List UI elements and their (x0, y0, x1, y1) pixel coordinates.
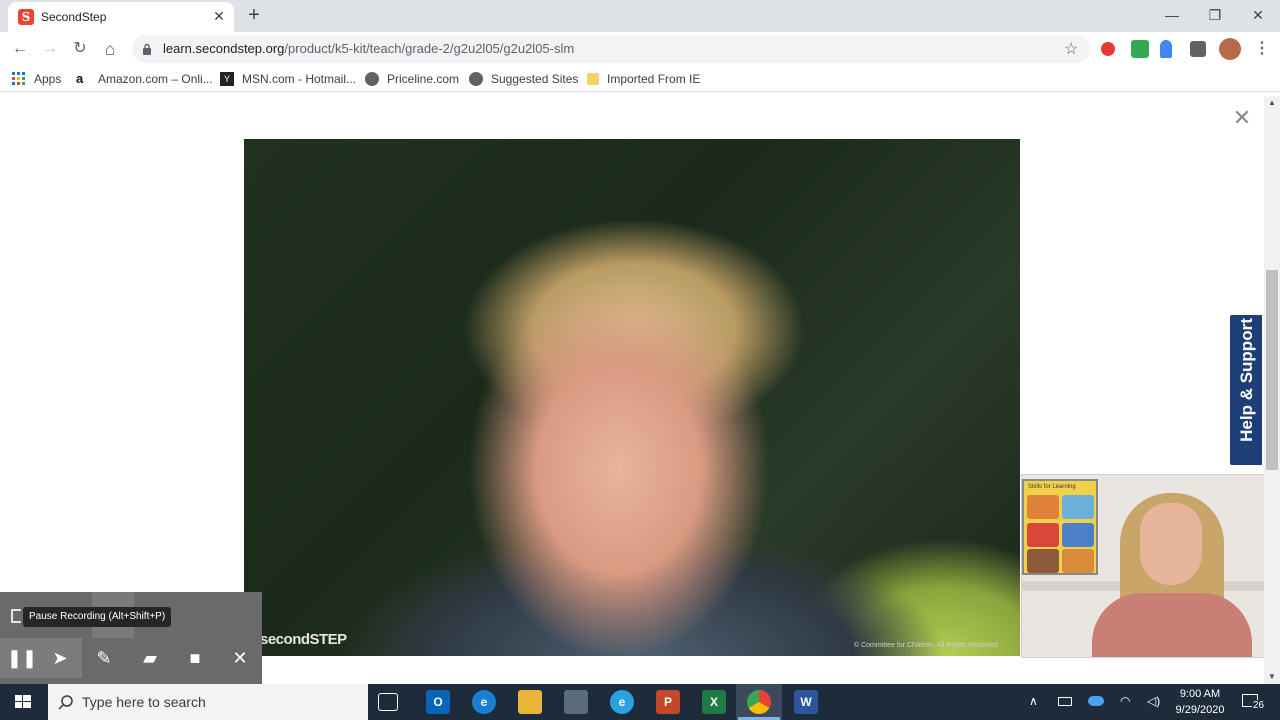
poster-title: Skills for Learning (1028, 484, 1076, 490)
bookmark-apps[interactable]: Apps (12, 71, 61, 87)
edge-icon[interactable]: e (472, 690, 496, 714)
bookmark-msn[interactable]: Y MSN.com - Hotmail... (220, 71, 356, 87)
minimize-button[interactable]: — (1160, 4, 1184, 26)
browser-tab[interactable]: S SecondStep ✕ (8, 2, 234, 32)
notification-count: 26 (1252, 700, 1266, 711)
amazon-icon: a (76, 71, 84, 86)
page-scrollbar[interactable]: ▲ ▼ (1264, 96, 1280, 684)
profile-avatar[interactable] (1219, 38, 1241, 60)
onedrive-icon[interactable] (1088, 696, 1104, 706)
video-copyright: © Committee for Children, All Rights Res… (854, 642, 999, 649)
video-watermark: secondSTEP (260, 631, 347, 648)
poster-face (1027, 495, 1059, 519)
bookmark-label: Priceline.com (387, 72, 460, 86)
presenter-face (1140, 503, 1202, 585)
webcam-overlay: Skills for Learning (1021, 474, 1264, 658)
task-view-icon[interactable] (378, 693, 398, 711)
wifi-icon[interactable]: ◠ (1120, 694, 1130, 708)
bookmark-label: Suggested Sites (491, 72, 579, 86)
volume-icon[interactable]: ◁) (1147, 694, 1160, 708)
url-host: learn.secondstep.org (163, 41, 285, 56)
bookmark-label: Imported From IE (607, 72, 701, 86)
recorder-toolbar: ❚❚ ➤ ✎ ▰ ■ ✕ (0, 592, 262, 684)
forward-button[interactable]: → (38, 37, 62, 61)
extension-green-icon[interactable] (1131, 40, 1149, 58)
bookmark-amazon[interactable]: a Amazon.com – Onli... (76, 71, 213, 87)
pen-tool-button[interactable]: ✎ (82, 638, 126, 678)
poster-face (1027, 523, 1059, 547)
lock-icon (143, 43, 151, 55)
help-support-tab[interactable]: Help & Support (1228, 313, 1264, 467)
bookmarks-bar: Apps a Amazon.com – Onli... Y MSN.com - Ho… (0, 66, 1280, 92)
msn-icon: Y (220, 72, 234, 86)
show-hidden-icons-icon[interactable]: ∧ (1029, 694, 1038, 708)
browser-toolbar: ← → ↻ ⌂ learn.secondstep.org/product/k5-… (0, 32, 1280, 66)
scroll-thumb[interactable] (1266, 270, 1278, 470)
search-icon (58, 695, 73, 710)
tab-close-icon[interactable]: ✕ (211, 8, 227, 24)
microsoft-store-icon[interactable] (564, 690, 588, 714)
globe-icon (469, 72, 483, 86)
bookmark-priceline[interactable]: Priceline.com (365, 71, 459, 87)
tab-strip: S SecondStep ✕ + — ❐ ✕ (0, 0, 1280, 32)
pointer-tool-button[interactable]: ➤ (38, 638, 82, 678)
clock-time: 9:00 AM (1179, 688, 1221, 700)
lesson-video[interactable]: secondSTEP © Committee for Children, All… (244, 139, 1020, 656)
address-bar[interactable]: learn.secondstep.org/product/k5-kit/teac… (132, 35, 1090, 63)
notification-center[interactable]: 26 (1240, 692, 1266, 712)
extension-record-icon[interactable] (1101, 42, 1115, 56)
bookmark-label: MSN.com - Hotmail... (242, 72, 357, 86)
outlook-icon[interactable]: O (426, 690, 450, 714)
restore-button[interactable]: ❐ (1203, 4, 1227, 26)
reload-button[interactable]: ↻ (68, 37, 92, 61)
secondstep-favicon-icon: S (18, 9, 34, 25)
poster-face (1062, 495, 1094, 519)
clock-date: 9/29/2020 (1175, 704, 1225, 716)
bookmark-imported-from-ie[interactable]: Imported From IE (587, 71, 700, 87)
scroll-down-arrow-icon[interactable]: ▼ (1264, 670, 1280, 684)
folder-icon (587, 73, 599, 85)
browser-menu-icon[interactable]: ⋮ (1250, 37, 1274, 61)
url-path: /product/k5-kit/teach/grade-2/g2u2l05/g2… (284, 41, 575, 56)
capture-frame-icon[interactable] (11, 609, 21, 623)
extension-mic-icon[interactable] (1160, 40, 1172, 58)
poster-face (1062, 523, 1094, 547)
battery-icon[interactable] (1058, 697, 1072, 706)
poster-face (1062, 549, 1094, 573)
windows-start-icon[interactable] (0, 684, 46, 720)
bookmark-label: Amazon.com – Onli... (98, 72, 213, 86)
close-recorder-button[interactable]: ✕ (218, 638, 262, 678)
eraser-tool-button[interactable]: ▰ (128, 638, 172, 678)
word-icon[interactable]: W (794, 690, 818, 714)
file-explorer-icon[interactable] (518, 690, 542, 714)
help-support-label: Help & Support (1237, 318, 1256, 442)
search-placeholder: Type here to search (82, 694, 206, 710)
bookmark-star-icon[interactable]: ☆ (1064, 39, 1078, 59)
webcam-toggle-button[interactable]: ■ (173, 638, 217, 678)
taskbar-search-box[interactable]: Type here to search (48, 684, 368, 720)
back-button[interactable]: ← (8, 37, 32, 61)
apps-grid-icon (12, 72, 25, 85)
system-clock[interactable]: 9:00 AM 9/29/2020 (1164, 686, 1236, 718)
new-tab-button[interactable]: + (244, 5, 264, 26)
close-lesson-icon[interactable]: ✕ (1232, 107, 1252, 129)
powerpoint-icon[interactable]: P (656, 690, 680, 714)
url-text: learn.secondstep.org/product/k5-kit/teac… (163, 41, 574, 56)
bookmark-label: Apps (34, 72, 62, 86)
extensions-puzzle-icon[interactable] (1190, 41, 1206, 57)
globe-icon (365, 72, 379, 86)
scroll-up-arrow-icon[interactable]: ▲ (1264, 96, 1280, 110)
internet-explorer-icon[interactable]: e (610, 690, 634, 714)
classroom-poster: Skills for Learning (1022, 479, 1098, 575)
windows-taskbar: Type here to search O e e P X W ∧ ◠ ◁) 9… (0, 684, 1280, 720)
chrome-icon[interactable] (747, 690, 771, 714)
presenter-body (1092, 593, 1252, 657)
bookmark-suggested-sites[interactable]: Suggested Sites (469, 71, 578, 87)
window-close-button[interactable]: ✕ (1246, 4, 1270, 26)
pause-recording-tooltip: Pause Recording (Alt+Shift+P) (23, 607, 172, 627)
home-button[interactable]: ⌂ (98, 37, 122, 61)
excel-icon[interactable]: X (702, 690, 726, 714)
poster-face (1027, 549, 1059, 573)
tab-title: SecondStep (41, 10, 107, 24)
